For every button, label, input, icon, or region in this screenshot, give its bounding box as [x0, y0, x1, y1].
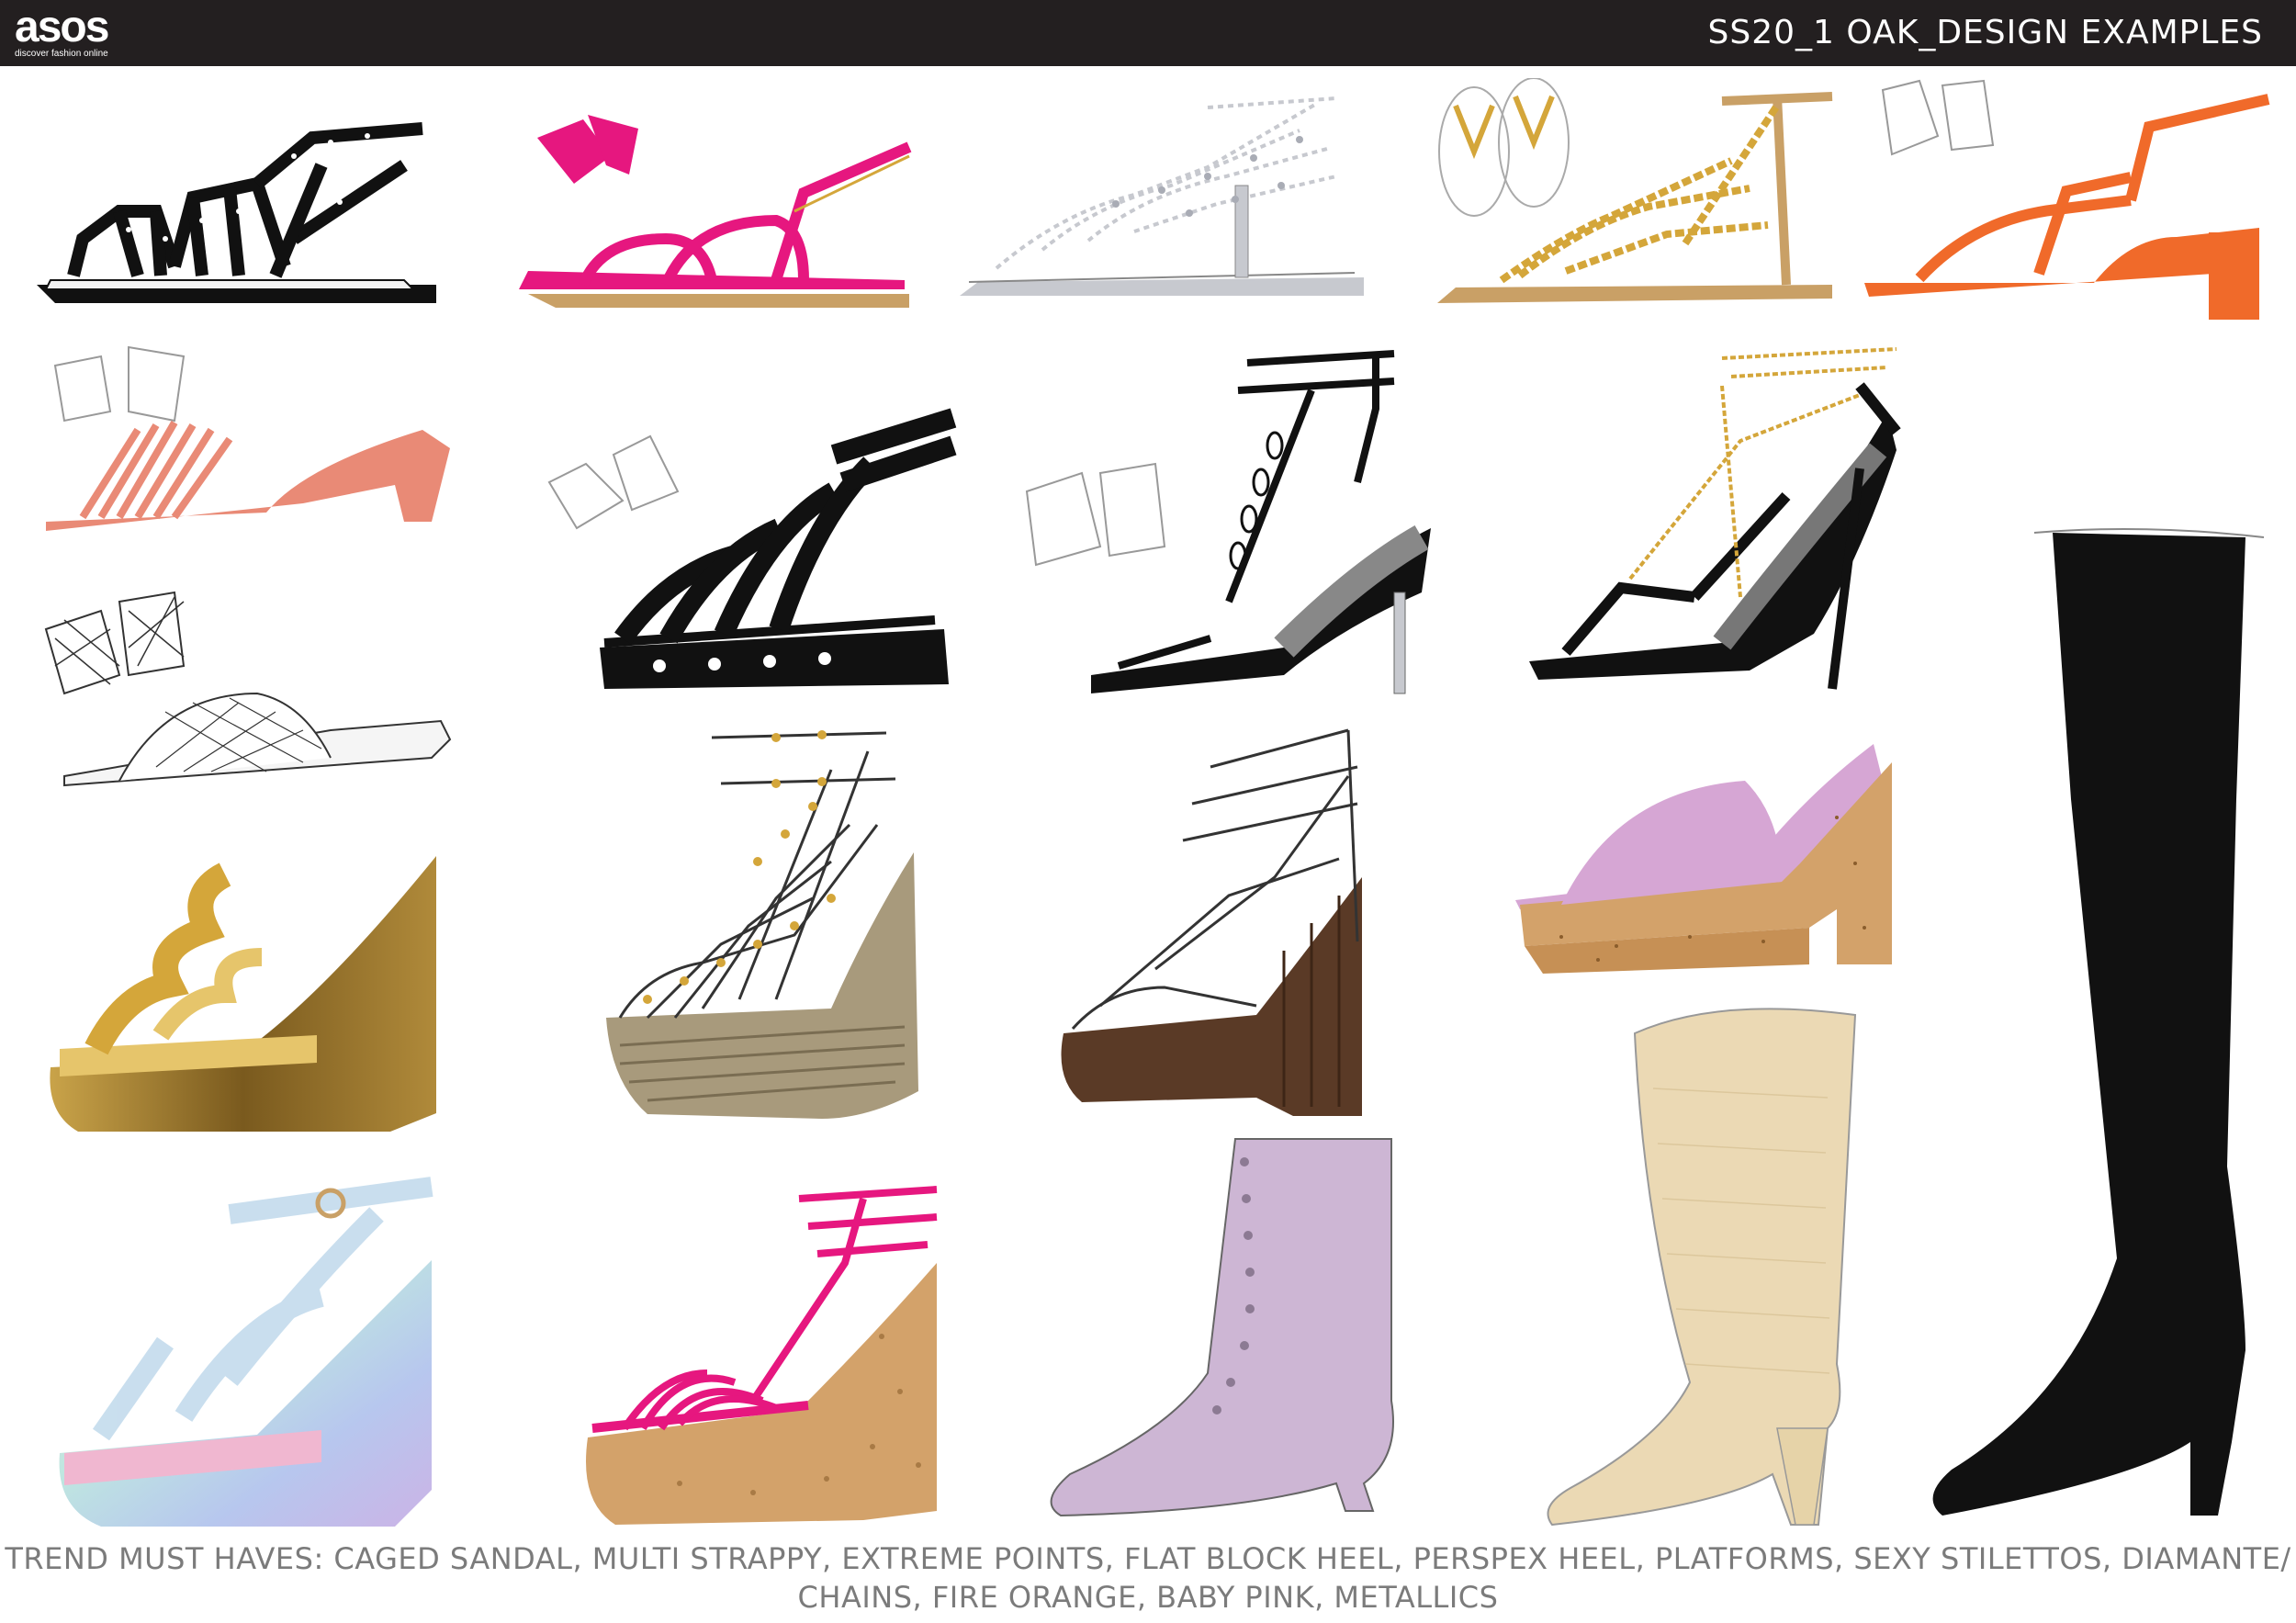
shoe-illustration-studded-espadrille	[592, 715, 928, 1128]
caged-sandal-icon	[37, 122, 436, 303]
trend-caption-line-2: CHAINS, FIRE ORANGE, BABY PINK, METALLIC…	[797, 1580, 1499, 1615]
shoe-illustration-perspex-stiletto	[1008, 326, 1454, 703]
chain-stiletto-icon	[1529, 347, 1901, 690]
over-knee-boot-icon	[1932, 528, 2265, 1516]
diamante-sandal-icon	[960, 96, 1364, 296]
shoe-illustration-fire-orange-block	[1855, 72, 2287, 321]
studded-espadrille-icon	[606, 730, 918, 1119]
shoe-illustration-lilac-sock-boot	[1033, 1125, 1433, 1529]
logo-tagline: discover fashion online	[15, 49, 108, 59]
iridescent-wedge-icon	[59, 1177, 433, 1527]
shoe-illustration-pink-cork-wedge	[569, 1153, 941, 1534]
asos-logo: asos discover fashion online	[15, 3, 109, 59]
header-bar: asos discover fashion online SS20_1 OAK_…	[0, 0, 2296, 66]
shoe-illustration-caged-sandal	[18, 101, 450, 317]
lilac-sock-boot-icon	[1050, 1138, 1394, 1517]
lace-up-wedge-icon	[1061, 728, 1362, 1116]
shoe-illustration-pink-cork-mule	[1506, 726, 1892, 1001]
document-title: SS20_1 OAK_DESIGN EXAMPLES	[1707, 14, 2263, 51]
shoe-illustration-lace-up-wood-wedge	[1045, 712, 1399, 1125]
shoe-illustration-iridescent-wedge	[46, 1159, 450, 1531]
logo-wordmark: asos	[15, 3, 109, 51]
trend-caption-line-1: TREND MUST HAVES: CAGED SANDAL, MULTI ST…	[5, 1541, 2291, 1576]
gold-chain-sandal-icon	[1437, 78, 1833, 303]
pink-cork-wedge-icon	[586, 1186, 938, 1525]
coral-mule-icon	[46, 345, 450, 531]
shoe-illustration-black-flatform	[531, 390, 962, 693]
shoe-illustration-chain-stiletto	[1511, 331, 1915, 707]
fire-orange-sandal-icon	[1864, 79, 2270, 320]
shoe-illustration-gold-chain-sandal	[1428, 78, 1841, 321]
black-flatform-icon	[547, 408, 957, 689]
shoe-illustration-coral-mule	[28, 338, 468, 540]
shoe-illustration-quilted-wedge	[28, 574, 468, 808]
shoe-illustration-over-knee-boot	[1915, 524, 2287, 1534]
perspex-stiletto-icon	[1025, 350, 1431, 694]
quilted-wedge-icon	[44, 591, 452, 787]
shoe-illustration-pink-strappy	[501, 101, 932, 317]
pink-strappy-sandal-icon	[519, 115, 912, 308]
gold-wave-wedge-icon	[50, 856, 436, 1132]
trend-caption: TREND MUST HAVES: CAGED SANDAL, MULTI ST…	[0, 1539, 2296, 1617]
shoe-illustration-cream-western-boot	[1534, 997, 1901, 1534]
shoe-illustration-diamante-toe-post	[951, 85, 1378, 323]
cream-western-boot-icon	[1547, 1008, 1857, 1527]
shoe-illustration-gold-wave-wedge	[41, 838, 445, 1136]
pink-cork-mule-icon	[1515, 744, 1892, 974]
